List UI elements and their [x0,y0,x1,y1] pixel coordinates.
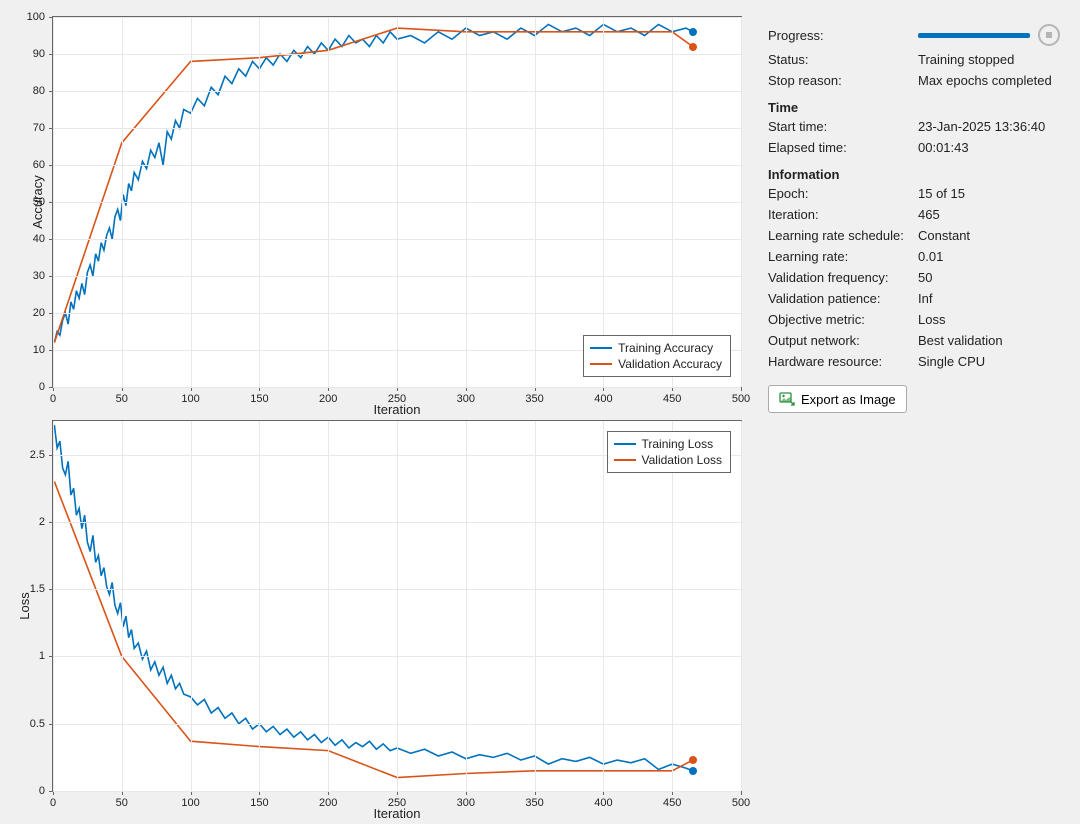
y-axis-label: Loss [17,592,32,619]
stop-training-button[interactable] [1038,24,1060,46]
outnet-label: Output network: [768,333,918,348]
x-tick: 50 [116,393,128,405]
y-tick: 10 [33,344,45,356]
y-tick: 60 [33,159,45,171]
elapsed-time-value: 00:01:43 [918,140,1060,155]
y-tick: 2 [39,516,45,528]
x-tick: 200 [319,393,337,405]
y-axis-label: Accuracy [30,175,45,228]
charts-region: 0501001502002503003504004505000102030405… [0,0,760,824]
stop-reason-value: Max epochs completed [918,73,1060,88]
x-tick: 500 [732,797,750,809]
outnet-value: Best validation [918,333,1060,348]
x-tick: 400 [594,797,612,809]
series-line [54,28,692,343]
val-pat-label: Validation patience: [768,291,918,306]
lr-sched-label: Learning rate schedule: [768,228,918,243]
time-header: Time [768,100,1060,115]
x-tick: 350 [525,393,543,405]
epoch-value: 15 of 15 [918,186,1060,201]
progress-label: Progress: [768,28,918,43]
legend-label: Validation Loss [642,452,723,468]
x-tick: 450 [663,393,681,405]
x-tick: 200 [319,797,337,809]
series-line [54,24,692,342]
y-tick: 100 [27,11,45,23]
series-line [54,425,692,771]
x-tick: 500 [732,393,750,405]
x-tick: 100 [181,797,199,809]
series-end-marker [689,756,697,764]
series-line [54,482,692,778]
export-button-label: Export as Image [801,392,896,407]
x-axis-label: Iteration [374,402,421,417]
y-tick: 1 [39,650,45,662]
legend-swatch [590,363,612,365]
val-pat-value: Inf [918,291,1060,306]
val-freq-value: 50 [918,270,1060,285]
export-as-image-button[interactable]: Export as Image [768,385,907,413]
y-tick: 0 [39,381,45,393]
chart-legend: Training AccuracyValidation Accuracy [583,335,731,377]
x-axis-label: Iteration [374,806,421,821]
legend-label: Training Accuracy [618,340,713,356]
objective-value: Loss [918,312,1060,327]
accuracy-plot: 0501001502002503003504004505000102030405… [52,16,742,388]
export-image-icon [779,391,795,407]
stop-icon [1046,32,1052,38]
elapsed-time-label: Elapsed time: [768,140,918,155]
information-header: Information [768,167,1060,182]
series-end-marker [689,767,697,775]
lr-value: 0.01 [918,249,1060,264]
start-time-label: Start time: [768,119,918,134]
y-tick: 80 [33,85,45,97]
info-panel: Progress: Status:Training stopped Stop r… [760,0,1080,824]
iteration-value: 465 [918,207,1060,222]
x-tick: 400 [594,393,612,405]
y-tick: 40 [33,233,45,245]
x-tick: 450 [663,797,681,809]
series-end-marker [689,28,697,36]
y-tick: 90 [33,48,45,60]
x-tick: 0 [50,797,56,809]
progress-bar [918,33,1030,38]
stop-reason-label: Stop reason: [768,73,918,88]
x-tick: 300 [457,393,475,405]
legend-swatch [614,443,636,445]
legend-swatch [590,347,612,349]
y-tick: 20 [33,307,45,319]
hw-value: Single CPU [918,354,1060,369]
y-tick: 70 [33,122,45,134]
x-tick: 350 [525,797,543,809]
legend-label: Validation Accuracy [618,356,722,372]
lr-sched-value: Constant [918,228,1060,243]
iteration-label: Iteration: [768,207,918,222]
x-tick: 300 [457,797,475,809]
y-tick: 30 [33,270,45,282]
status-value: Training stopped [918,52,1060,67]
series-end-marker [689,43,697,51]
hw-label: Hardware resource: [768,354,918,369]
chart-legend: Training LossValidation Loss [607,431,732,473]
x-tick: 100 [181,393,199,405]
start-time-value: 23-Jan-2025 13:36:40 [918,119,1060,134]
epoch-label: Epoch: [768,186,918,201]
x-tick: 0 [50,393,56,405]
legend-swatch [614,459,636,461]
legend-label: Training Loss [642,436,714,452]
y-tick: 0.5 [30,718,45,730]
y-tick: 2.5 [30,449,45,461]
x-tick: 150 [250,393,268,405]
x-tick: 50 [116,797,128,809]
loss-plot: 05010015020025030035040045050000.511.522… [52,420,742,792]
status-label: Status: [768,52,918,67]
x-tick: 150 [250,797,268,809]
val-freq-label: Validation frequency: [768,270,918,285]
y-tick: 0 [39,785,45,797]
lr-label: Learning rate: [768,249,918,264]
objective-label: Objective metric: [768,312,918,327]
